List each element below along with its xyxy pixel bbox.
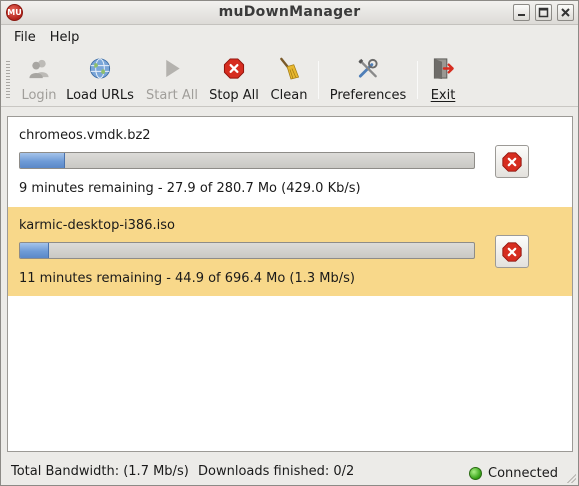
- download-filename: karmic-desktop-i386.iso: [19, 218, 175, 233]
- download-progress-fill: [20, 153, 65, 168]
- clean-button[interactable]: Clean: [268, 55, 310, 103]
- start-all-button[interactable]: Start All: [146, 55, 198, 103]
- toolbar-separator: [318, 61, 319, 99]
- stop-all-label: Stop All: [209, 88, 259, 103]
- title-bar[interactable]: MU muDownManager: [1, 1, 578, 25]
- download-status: 9 minutes remaining - 27.9 of 280.7 Mo (…: [19, 181, 361, 196]
- start-all-label: Start All: [146, 88, 199, 103]
- exit-label: Exit: [430, 88, 456, 103]
- minimize-icon: [518, 14, 525, 16]
- close-icon: [561, 8, 570, 17]
- exit-button[interactable]: Exit: [429, 55, 457, 103]
- stop-all-button[interactable]: Stop All: [208, 55, 260, 103]
- download-list: chromeos.vmdk.bz2 9 minutes remaining - …: [7, 116, 573, 452]
- menu-bar: File Help: [1, 25, 578, 49]
- cancel-download-button[interactable]: [495, 145, 529, 178]
- app-window: MU muDownManager File Help Login Load UR…: [0, 0, 579, 486]
- status-bar: Total Bandwidth: (1.7 Mb/s) Downloads fi…: [1, 456, 578, 485]
- clean-label: Clean: [270, 88, 308, 103]
- toolbar-separator: [417, 61, 418, 99]
- load-urls-button[interactable]: Load URLs: [66, 55, 134, 103]
- globe-icon: [89, 58, 111, 79]
- menu-help[interactable]: Help: [43, 30, 87, 45]
- download-row-selected[interactable]: karmic-desktop-i386.iso 11 minutes remai…: [8, 207, 572, 296]
- stop-icon: [502, 241, 522, 262]
- maximize-icon: [538, 7, 549, 18]
- stop-icon: [223, 58, 245, 79]
- window-title: muDownManager: [218, 4, 361, 20]
- load-urls-label: Load URLs: [66, 88, 134, 103]
- close-window-button[interactable]: [557, 4, 574, 21]
- download-filename: chromeos.vmdk.bz2: [19, 128, 151, 143]
- download-status: 11 minutes remaining - 44.9 of 696.4 Mo …: [19, 271, 355, 286]
- preferences-button[interactable]: Preferences: [329, 55, 407, 103]
- total-bandwidth: Total Bandwidth: (1.7 Mb/s): [11, 464, 189, 479]
- maximize-button[interactable]: [535, 4, 552, 21]
- resize-grip[interactable]: [566, 473, 576, 483]
- downloads-finished: Downloads finished: 0/2: [198, 464, 355, 479]
- minimize-button[interactable]: [513, 4, 530, 21]
- connected-led-icon: [469, 467, 482, 480]
- download-progress-fill: [20, 243, 50, 258]
- toolbar: Login Load URLs Start All Stop All Clean…: [1, 51, 578, 107]
- preferences-label: Preferences: [329, 88, 407, 103]
- cancel-download-button[interactable]: [495, 235, 529, 268]
- menu-file[interactable]: File: [1, 30, 43, 45]
- download-progress-bar: [19, 242, 475, 259]
- login-button[interactable]: Login: [21, 55, 57, 103]
- toolbar-grip[interactable]: [6, 61, 10, 99]
- broom-icon: [280, 57, 300, 80]
- login-label: Login: [21, 88, 57, 103]
- tools-icon: [358, 58, 378, 78]
- users-icon: [29, 59, 49, 79]
- download-row[interactable]: chromeos.vmdk.bz2 9 minutes remaining - …: [8, 117, 572, 206]
- exit-door-icon: [433, 58, 454, 80]
- connection-label: Connected: [488, 466, 559, 481]
- stop-icon: [502, 151, 522, 172]
- connection-status: Connected: [469, 466, 558, 481]
- download-progress-bar: [19, 152, 475, 169]
- play-icon: [166, 59, 180, 78]
